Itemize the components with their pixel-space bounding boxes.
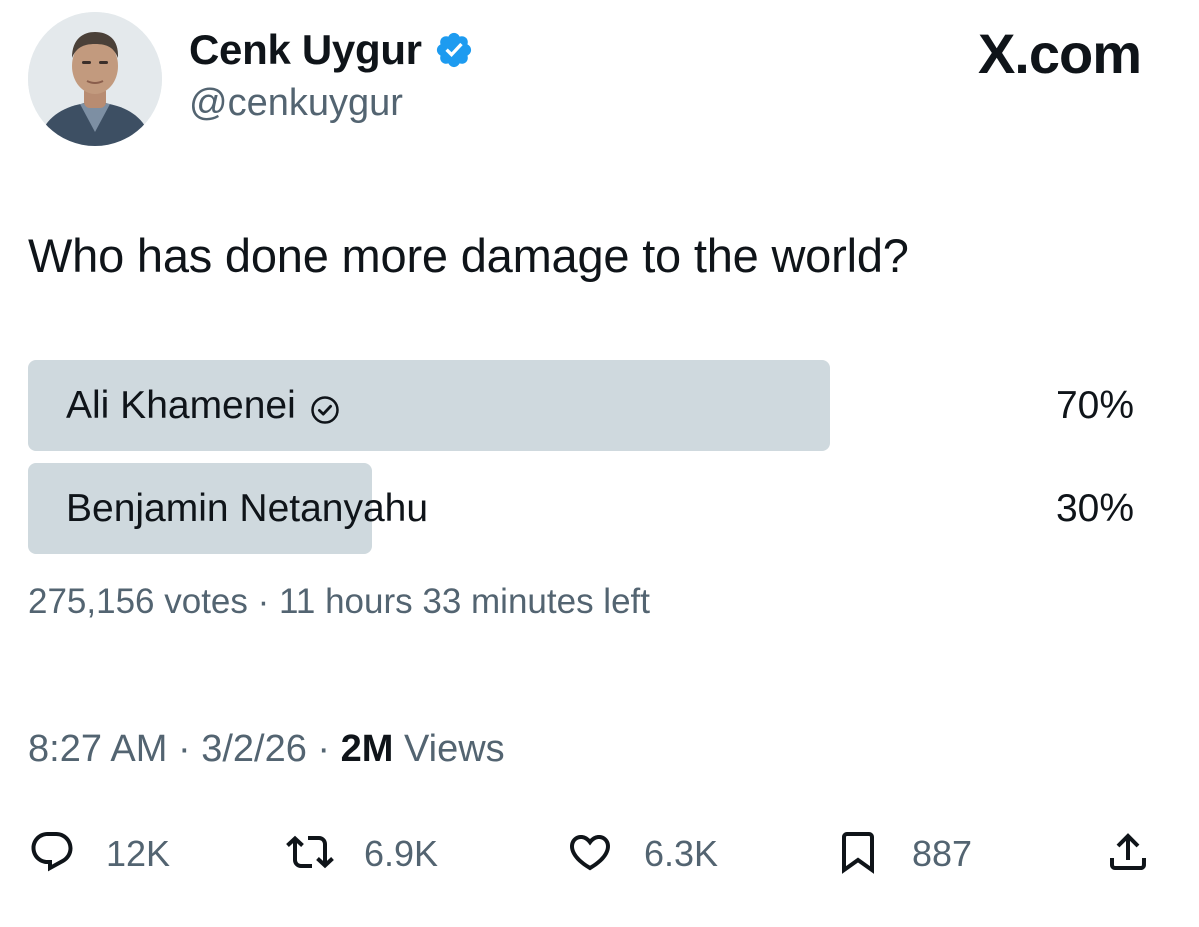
winner-check-icon <box>310 391 340 424</box>
poll: Ali Khamenei 70% Benjamin Netanyahu 30% <box>28 360 1140 566</box>
poll-option-label: Ali Khamenei <box>66 383 296 427</box>
reply-count: 12K <box>106 833 171 874</box>
separator-dot: · <box>317 728 341 770</box>
repost-icon <box>286 828 334 881</box>
views-count[interactable]: 2M <box>341 728 394 770</box>
poll-votes: 275,156 votes <box>28 582 248 621</box>
poll-option-label: Benjamin Netanyahu <box>66 486 429 530</box>
bookmark-count: 887 <box>912 833 973 874</box>
poll-option-percent: 30% <box>1055 486 1134 530</box>
poll-meta: 275,156 votes · 11 hours 33 minutes left <box>28 582 650 622</box>
bookmark-button[interactable]: 887 <box>834 822 972 886</box>
author-handle[interactable]: @cenkuygur <box>189 82 403 125</box>
x-com-watermark: X.com <box>977 22 1142 85</box>
heart-icon <box>566 828 614 881</box>
verified-badge-icon[interactable] <box>434 30 474 70</box>
views-label[interactable]: Views <box>404 728 505 770</box>
repost-button[interactable]: 6.9K <box>286 822 438 886</box>
author-name-row[interactable]: Cenk Uygur <box>189 24 474 76</box>
avatar[interactable] <box>28 12 162 146</box>
timestamp-row: 8:27 AM · 3/2/26 · 2M Views <box>28 728 505 771</box>
poll-option-2: Benjamin Netanyahu 30% <box>28 463 1140 554</box>
bookmark-icon <box>834 828 882 881</box>
reply-button[interactable]: 12K <box>28 822 170 886</box>
share-button[interactable] <box>1104 822 1152 886</box>
tweet-text: Who has done more damage to the world? <box>28 229 909 282</box>
like-button[interactable]: 6.3K <box>566 822 718 886</box>
repost-count: 6.9K <box>364 833 439 874</box>
poll-option-1: Ali Khamenei 70% <box>28 360 1140 451</box>
display-name[interactable]: Cenk Uygur <box>189 26 422 74</box>
tweet-time[interactable]: 8:27 AM <box>28 728 167 770</box>
poll-time-left: 11 hours 33 minutes left <box>279 582 650 621</box>
share-icon <box>1104 828 1152 881</box>
like-count: 6.3K <box>644 833 719 874</box>
tweet-date[interactable]: 3/2/26 <box>201 728 307 770</box>
poll-option-percent: 70% <box>1055 383 1134 427</box>
action-bar: 12K 6.9K 6.3K 887 <box>28 822 1168 886</box>
separator-dot: · <box>177 728 202 770</box>
reply-icon <box>28 828 76 881</box>
separator-dot: · <box>257 582 280 621</box>
